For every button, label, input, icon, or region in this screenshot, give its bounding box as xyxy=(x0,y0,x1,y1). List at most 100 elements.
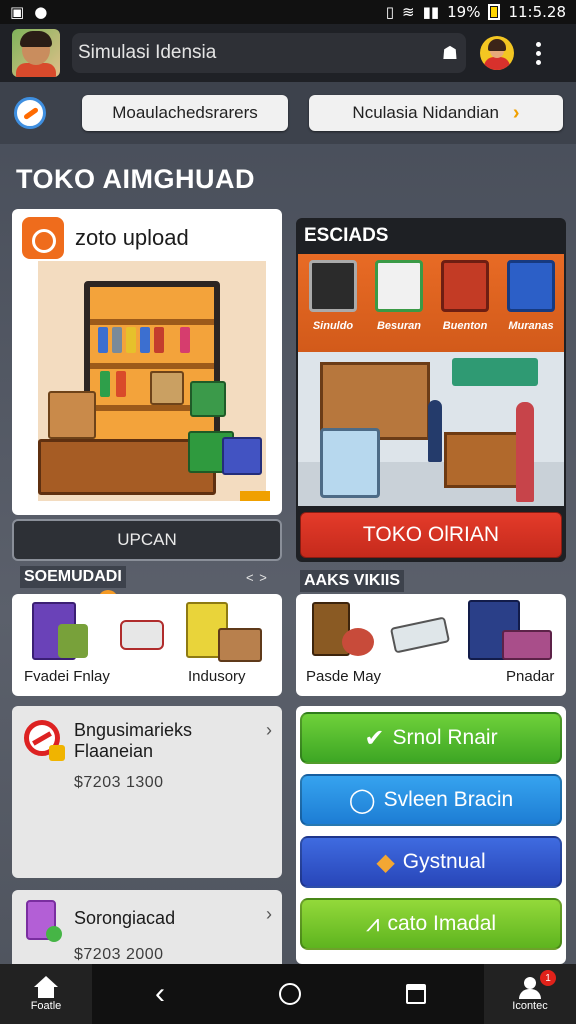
store-interior-image xyxy=(298,352,564,506)
nav-home-label: Foatle xyxy=(30,1000,62,1012)
person xyxy=(516,402,534,502)
more-options-icon[interactable] xyxy=(536,41,541,65)
tab-label: Nculasia Nidandian xyxy=(352,103,499,122)
signal-icon: ▮▮ xyxy=(422,3,440,21)
chevron-right-icon: › xyxy=(266,904,272,924)
service-item[interactable]: Besuran xyxy=(366,260,432,332)
action-label: Gystnual xyxy=(402,850,486,873)
product-caption: Pnadar xyxy=(506,668,555,685)
product-caption: Indusory xyxy=(188,668,246,685)
product-row-left: Fvadei Fnlay Indusory xyxy=(12,594,282,696)
action-button-2[interactable]: ◯ Svleen Bracin xyxy=(300,774,562,826)
service-caption: Besuran xyxy=(376,320,422,332)
upload-card-label: zoto upload xyxy=(75,225,189,250)
app-bar: Simulasi Idensia ☗ xyxy=(0,24,576,82)
store-illustration xyxy=(38,261,266,501)
shield-icon: ◆ xyxy=(376,848,395,876)
action-button-1[interactable]: ✔ Srnol Rnair xyxy=(300,712,562,764)
recent-apps-button[interactable] xyxy=(386,964,446,1024)
nav-home[interactable]: Foatle xyxy=(0,964,92,1024)
recent-apps-icon xyxy=(406,984,426,1004)
back-button[interactable]: ‹ xyxy=(130,964,190,1024)
service-item[interactable]: Buenton xyxy=(432,260,498,332)
growth-icon: ⩘ xyxy=(365,910,380,937)
services-header: ESCIADS xyxy=(304,225,389,246)
user-avatar[interactable] xyxy=(480,36,514,70)
tab-label: Moaulachedsrarers xyxy=(112,103,258,122)
nav-contact[interactable]: Icontec 1 xyxy=(484,964,576,1024)
product-caption: Fvadei Fnlay xyxy=(24,668,110,685)
upload-button[interactable]: UPCAN xyxy=(12,519,282,561)
chevron-right-icon: › xyxy=(512,101,520,124)
crate xyxy=(190,381,226,417)
list-item-title: Bngusimarieks xyxy=(74,720,193,740)
upload-icon[interactable]: ☗ xyxy=(442,43,458,64)
product-image[interactable] xyxy=(218,628,262,662)
service-caption: Buenton xyxy=(442,320,488,332)
list-item[interactable]: Bngusimarieks Flaaneian $7203 1300 › xyxy=(12,706,282,878)
list-item-subtitle: Flaaneian xyxy=(74,741,154,761)
clock: 11:5.28 xyxy=(508,3,566,21)
list-item-price: $7203 2000 xyxy=(74,946,164,963)
box-icon xyxy=(507,260,555,312)
crate xyxy=(48,391,96,439)
service-item[interactable]: Sinuldo xyxy=(300,260,366,332)
chevron-right-icon: › xyxy=(266,720,272,740)
action-label: Srnol Rnair xyxy=(392,726,498,749)
battery-icon xyxy=(488,4,501,20)
action-button-3[interactable]: ◆ Gystnual xyxy=(300,836,562,888)
home-button[interactable] xyxy=(260,964,320,1024)
tab-simulation[interactable]: Nculasia Nidandian › xyxy=(309,95,563,131)
service-caption: Sinuldo xyxy=(312,320,354,332)
compass-icon[interactable] xyxy=(14,97,46,129)
crate xyxy=(150,371,184,405)
apple-icon: ● xyxy=(34,3,48,21)
carousel-arrows[interactable]: < > xyxy=(246,570,268,585)
counter-illustration xyxy=(444,432,520,488)
goods-icon xyxy=(375,260,423,312)
section-title-left: SOEMUDADI xyxy=(20,566,126,588)
upload-card[interactable]: zoto upload xyxy=(12,209,282,515)
page-title: TOKO AIMGHUAD xyxy=(16,164,255,194)
person xyxy=(428,400,442,462)
app-title-bar[interactable]: Simulasi Idensia ☗ xyxy=(72,33,466,73)
product-image[interactable] xyxy=(342,628,374,656)
section-title-right: AAKS VIKIIS xyxy=(300,570,405,592)
product-caption: Pasde May xyxy=(306,668,382,685)
register-icon xyxy=(309,260,357,312)
product-image[interactable] xyxy=(58,624,88,658)
atm-illustration xyxy=(320,428,380,498)
tag-icon xyxy=(240,491,270,501)
product-image[interactable] xyxy=(502,630,552,660)
profile-avatar[interactable] xyxy=(12,29,60,77)
list-item-title: Sorongiacad xyxy=(74,908,176,928)
services-card: ESCIADS Sinuldo Besuran Buenton Muranas … xyxy=(296,218,566,562)
nav-contact-label: Icontec xyxy=(512,1000,548,1012)
machine-icon xyxy=(441,260,489,312)
crate xyxy=(222,437,262,475)
action-label: cato Imadal xyxy=(387,912,497,935)
wifi-icon: ≋ xyxy=(402,3,415,21)
bottom-navigation: Foatle ‹ Icontec 1 xyxy=(0,964,576,1024)
upload-badge-icon xyxy=(22,217,64,259)
product-image[interactable] xyxy=(120,620,164,650)
services-strip: Sinuldo Besuran Buenton Muranas xyxy=(298,254,564,352)
circle-icon xyxy=(279,983,301,1005)
notification-badge: 1 xyxy=(540,970,556,986)
product-image[interactable] xyxy=(389,616,451,654)
home-icon xyxy=(33,976,59,998)
actions-panel: ✔ Srnol Rnair ◯ Svleen Bracin ◆ Gystnual… xyxy=(296,706,566,964)
service-caption: Muranas xyxy=(508,320,554,332)
online-store-button[interactable]: TOKO OlRIAN xyxy=(300,512,562,558)
tab-strip: Moaulachedsrarers Nculasia Nidandian › xyxy=(0,82,576,144)
tab-categories[interactable]: Moaulachedsrarers xyxy=(82,95,288,131)
service-item[interactable]: Muranas xyxy=(498,260,564,332)
action-button-4[interactable]: ⩘ cato Imadal xyxy=(300,898,562,950)
check-icon: ✔ xyxy=(364,724,385,752)
sim-icon: ▯ xyxy=(385,3,395,21)
list-item-price: $7203 1300 xyxy=(74,774,164,791)
product-row-right: Pasde May Pnadar xyxy=(296,594,566,696)
back-icon: ‹ xyxy=(155,977,165,1010)
prohibited-icon xyxy=(24,720,65,761)
contact-icon xyxy=(518,976,542,999)
